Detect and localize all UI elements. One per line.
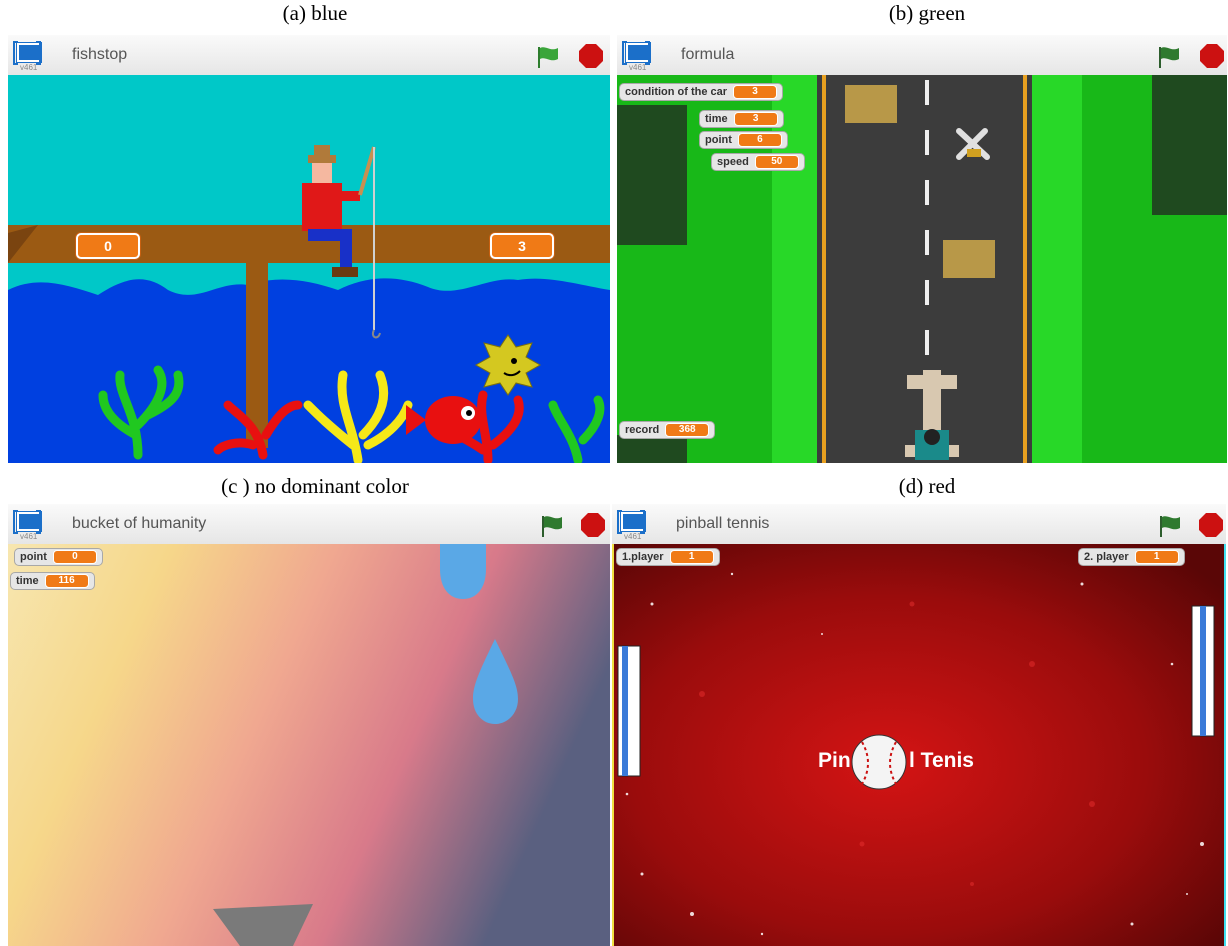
caption-c: (c ) no dominant color — [221, 474, 409, 498]
stage[interactable]: point 0 time 116 — [8, 544, 610, 946]
monitor-value: 1 — [669, 550, 714, 564]
monitor-value: 1 — [1134, 550, 1179, 564]
project-title: formula — [681, 46, 735, 63]
project-title: bucket of humanity — [72, 515, 207, 532]
logo-text-right: l Tenis — [909, 749, 974, 772]
title-bar: v461 bucket of humanity — [8, 504, 610, 544]
green-flag-icon[interactable] — [540, 514, 564, 538]
monitor-value: 3 — [733, 112, 778, 126]
monitor-speed: speed 50 — [711, 153, 805, 171]
monitor-label: record — [625, 424, 660, 436]
title-bar: v461 pinball tennis — [612, 504, 1226, 544]
panel-pinball-tennis: v461 pinball tennis Pin l Tenis 1.player… — [612, 504, 1226, 946]
monitor-point: point 0 — [14, 548, 103, 566]
monitor-label: condition of the car — [625, 86, 728, 98]
monitor-value: 0 — [52, 550, 97, 564]
stage[interactable]: condition of the car 3 time 3 point 6 sp… — [617, 75, 1227, 463]
monitor-label: 1.player — [622, 551, 664, 563]
monitor-value: 116 — [44, 574, 89, 588]
monitor-label: point — [705, 134, 732, 146]
panel-fishstop: v461 fishstop 0 3 — [8, 35, 610, 463]
caption-a: (a) blue — [282, 1, 348, 25]
bucket-scene — [8, 544, 610, 946]
caption-d: (d) red — [898, 474, 956, 498]
pinball-scene — [612, 544, 1226, 946]
green-flag-icon[interactable] — [536, 45, 560, 69]
stage[interactable]: Pin l Tenis 1.player 1 2. player 1 — [612, 544, 1226, 946]
monitor-value: 6 — [737, 133, 782, 147]
monitor-condition-of-the-car: condition of the car 3 — [619, 83, 784, 101]
score-monitor-left: 0 — [76, 233, 140, 259]
monitor-time: time 3 — [699, 110, 784, 128]
green-flag-icon[interactable] — [1158, 514, 1182, 538]
title-bar: v461 fishstop — [8, 35, 610, 75]
monitor-label: speed — [717, 156, 749, 168]
monitor-value: 3 — [733, 85, 778, 99]
monitor-record: record 368 — [619, 421, 716, 439]
title-bar: v461 formula — [617, 35, 1227, 75]
stop-sign-icon[interactable] — [580, 512, 606, 538]
stop-sign-icon[interactable] — [578, 43, 604, 69]
version-label: v461 — [624, 532, 642, 541]
monitor-label: 2. player — [1084, 551, 1129, 563]
panel-bucket-of-humanity: v461 bucket of humanity point 0 time 116 — [8, 504, 610, 946]
stage[interactable]: 0 3 — [8, 75, 610, 463]
monitor-2-player: 2. player 1 — [1078, 548, 1185, 566]
fishing-scene — [8, 75, 610, 463]
logo-text-left: Pin — [818, 749, 851, 772]
green-flag-icon[interactable] — [1157, 45, 1181, 69]
version-label: v461 — [629, 63, 647, 72]
caption-b: (b) green — [888, 1, 966, 25]
project-title: pinball tennis — [676, 515, 770, 532]
monitor-value: 50 — [754, 155, 799, 169]
score-monitor-right: 3 — [490, 233, 554, 259]
monitor-value: 368 — [665, 423, 710, 437]
monitor-1-player: 1.player 1 — [616, 548, 720, 566]
monitor-label: point — [20, 551, 47, 563]
version-label: v461 — [20, 532, 38, 541]
version-label: v461 — [20, 63, 38, 72]
monitor-point: point 6 — [699, 131, 788, 149]
monitor-time: time 116 — [10, 572, 95, 590]
stop-sign-icon[interactable] — [1198, 512, 1224, 538]
project-title: fishstop — [72, 46, 128, 63]
monitor-label: time — [16, 575, 39, 587]
stop-sign-icon[interactable] — [1199, 43, 1225, 69]
monitor-label: time — [705, 113, 728, 125]
panel-formula: v461 formula condition of the car 3 time… — [617, 35, 1227, 463]
